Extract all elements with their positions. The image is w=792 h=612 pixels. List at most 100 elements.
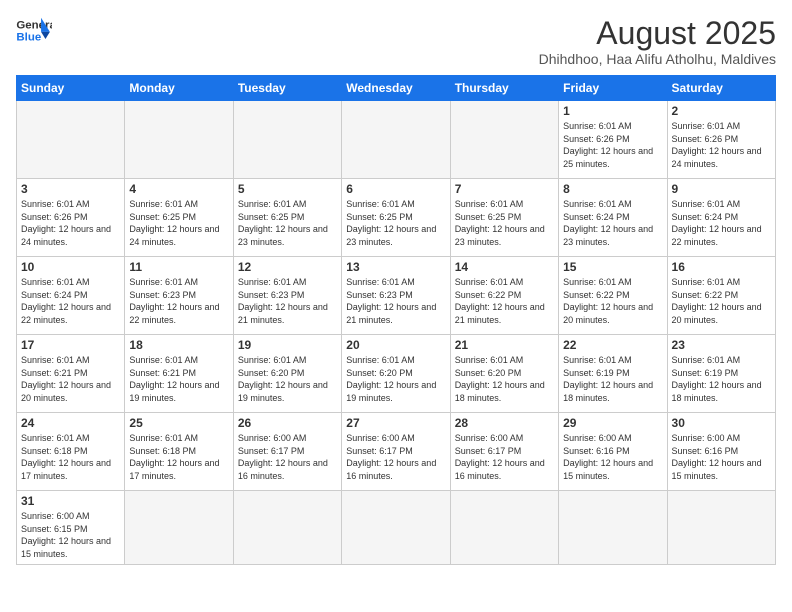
day-number: 15 xyxy=(563,260,662,274)
calendar-day: 25 Sunrise: 6:01 AM Sunset: 6:18 PM Dayli… xyxy=(125,413,233,491)
day-info: Sunrise: 6:01 AM Sunset: 6:19 PM Dayligh… xyxy=(672,354,771,404)
day-number: 16 xyxy=(672,260,771,274)
calendar-day: 6 Sunrise: 6:01 AM Sunset: 6:25 PM Daylig… xyxy=(342,179,450,257)
day-number: 7 xyxy=(455,182,554,196)
page-header: General Blue August 2025 Dhihdhoo, Haa A… xyxy=(16,16,776,67)
day-number: 1 xyxy=(563,104,662,118)
day-number: 6 xyxy=(346,182,445,196)
logo-icon: General Blue xyxy=(16,16,52,46)
day-info: Sunrise: 6:00 AM Sunset: 6:17 PM Dayligh… xyxy=(455,432,554,482)
calendar-day: 8 Sunrise: 6:01 AM Sunset: 6:24 PM Daylig… xyxy=(559,179,667,257)
day-info: Sunrise: 6:01 AM Sunset: 6:25 PM Dayligh… xyxy=(346,198,445,248)
calendar-day xyxy=(559,491,667,564)
day-info: Sunrise: 6:01 AM Sunset: 6:20 PM Dayligh… xyxy=(238,354,337,404)
day-number: 30 xyxy=(672,416,771,430)
calendar-title: August 2025 xyxy=(539,16,776,51)
day-number: 29 xyxy=(563,416,662,430)
day-info: Sunrise: 6:00 AM Sunset: 6:17 PM Dayligh… xyxy=(346,432,445,482)
weekday-header-wednesday: Wednesday xyxy=(342,76,450,101)
day-number: 17 xyxy=(21,338,120,352)
day-number: 27 xyxy=(346,416,445,430)
weekday-header-sunday: Sunday xyxy=(17,76,125,101)
day-number: 3 xyxy=(21,182,120,196)
calendar-day: 1 Sunrise: 6:01 AM Sunset: 6:26 PM Daylig… xyxy=(559,101,667,179)
day-number: 13 xyxy=(346,260,445,274)
calendar-day: 31 Sunrise: 6:00 AM Sunset: 6:15 PM Dayli… xyxy=(17,491,125,564)
day-number: 5 xyxy=(238,182,337,196)
calendar-day: 20 Sunrise: 6:01 AM Sunset: 6:20 PM Dayli… xyxy=(342,335,450,413)
calendar-week-6: 31 Sunrise: 6:00 AM Sunset: 6:15 PM Dayli… xyxy=(17,491,776,564)
day-number: 18 xyxy=(129,338,228,352)
title-block: August 2025 Dhihdhoo, Haa Alifu Atholhu,… xyxy=(539,16,776,67)
calendar-day: 27 Sunrise: 6:00 AM Sunset: 6:17 PM Dayli… xyxy=(342,413,450,491)
calendar-day xyxy=(17,101,125,179)
calendar-day xyxy=(450,491,558,564)
calendar-day xyxy=(125,491,233,564)
svg-text:Blue: Blue xyxy=(16,32,41,44)
day-number: 19 xyxy=(238,338,337,352)
day-info: Sunrise: 6:01 AM Sunset: 6:24 PM Dayligh… xyxy=(563,198,662,248)
day-info: Sunrise: 6:01 AM Sunset: 6:19 PM Dayligh… xyxy=(563,354,662,404)
day-number: 25 xyxy=(129,416,228,430)
calendar-week-4: 17 Sunrise: 6:01 AM Sunset: 6:21 PM Dayli… xyxy=(17,335,776,413)
day-number: 14 xyxy=(455,260,554,274)
calendar-day: 2 Sunrise: 6:01 AM Sunset: 6:26 PM Daylig… xyxy=(667,101,775,179)
day-info: Sunrise: 6:00 AM Sunset: 6:17 PM Dayligh… xyxy=(238,432,337,482)
calendar-week-1: 1 Sunrise: 6:01 AM Sunset: 6:26 PM Daylig… xyxy=(17,101,776,179)
calendar-table: SundayMondayTuesdayWednesdayThursdayFrid… xyxy=(16,75,776,564)
day-number: 2 xyxy=(672,104,771,118)
calendar-day: 11 Sunrise: 6:01 AM Sunset: 6:23 PM Dayli… xyxy=(125,257,233,335)
day-info: Sunrise: 6:01 AM Sunset: 6:26 PM Dayligh… xyxy=(21,198,120,248)
day-info: Sunrise: 6:01 AM Sunset: 6:25 PM Dayligh… xyxy=(129,198,228,248)
calendar-day: 10 Sunrise: 6:01 AM Sunset: 6:24 PM Dayli… xyxy=(17,257,125,335)
calendar-day: 17 Sunrise: 6:01 AM Sunset: 6:21 PM Dayli… xyxy=(17,335,125,413)
day-number: 11 xyxy=(129,260,228,274)
calendar-day xyxy=(667,491,775,564)
weekday-header-tuesday: Tuesday xyxy=(233,76,341,101)
day-info: Sunrise: 6:01 AM Sunset: 6:26 PM Dayligh… xyxy=(563,120,662,170)
calendar-day xyxy=(342,491,450,564)
logo: General Blue xyxy=(16,16,52,46)
day-info: Sunrise: 6:01 AM Sunset: 6:20 PM Dayligh… xyxy=(455,354,554,404)
calendar-day: 28 Sunrise: 6:00 AM Sunset: 6:17 PM Dayli… xyxy=(450,413,558,491)
day-info: Sunrise: 6:01 AM Sunset: 6:22 PM Dayligh… xyxy=(672,276,771,326)
day-number: 28 xyxy=(455,416,554,430)
day-info: Sunrise: 6:01 AM Sunset: 6:25 PM Dayligh… xyxy=(238,198,337,248)
day-info: Sunrise: 6:01 AM Sunset: 6:18 PM Dayligh… xyxy=(129,432,228,482)
calendar-day: 23 Sunrise: 6:01 AM Sunset: 6:19 PM Dayli… xyxy=(667,335,775,413)
weekday-header-thursday: Thursday xyxy=(450,76,558,101)
day-info: Sunrise: 6:00 AM Sunset: 6:15 PM Dayligh… xyxy=(21,510,120,560)
calendar-day: 18Sunrise: 6:01 AM Sunset: 6:21 PM Dayli… xyxy=(125,335,233,413)
calendar-day: 3 Sunrise: 6:01 AM Sunset: 6:26 PM Daylig… xyxy=(17,179,125,257)
weekday-header-saturday: Saturday xyxy=(667,76,775,101)
calendar-day: 15 Sunrise: 6:01 AM Sunset: 6:22 PM Dayli… xyxy=(559,257,667,335)
calendar-day: 5 Sunrise: 6:01 AM Sunset: 6:25 PM Daylig… xyxy=(233,179,341,257)
day-info: Sunrise: 6:01 AM Sunset: 6:22 PM Dayligh… xyxy=(563,276,662,326)
day-info: Sunrise: 6:01 AM Sunset: 6:25 PM Dayligh… xyxy=(455,198,554,248)
day-info: Sunrise: 6:00 AM Sunset: 6:16 PM Dayligh… xyxy=(563,432,662,482)
calendar-week-2: 3 Sunrise: 6:01 AM Sunset: 6:26 PM Daylig… xyxy=(17,179,776,257)
calendar-week-3: 10 Sunrise: 6:01 AM Sunset: 6:24 PM Dayli… xyxy=(17,257,776,335)
day-number: 23 xyxy=(672,338,771,352)
day-number: 8 xyxy=(563,182,662,196)
day-info: Sunrise: 6:01 AM Sunset: 6:26 PM Dayligh… xyxy=(672,120,771,170)
day-info: Sunrise: 6:01 AM Sunset: 6:21 PM Dayligh… xyxy=(21,354,120,404)
day-number: 20 xyxy=(346,338,445,352)
day-number: 24 xyxy=(21,416,120,430)
day-info: Sunrise: 6:01 AM Sunset: 6:23 PM Dayligh… xyxy=(238,276,337,326)
day-number: 10 xyxy=(21,260,120,274)
day-number: 31 xyxy=(21,494,120,508)
day-number: 12 xyxy=(238,260,337,274)
day-info: Sunrise: 6:01 AM Sunset: 6:24 PM Dayligh… xyxy=(21,276,120,326)
calendar-day: 12 Sunrise: 6:01 AM Sunset: 6:23 PM Dayli… xyxy=(233,257,341,335)
calendar-day xyxy=(125,101,233,179)
day-info: Sunrise: 6:01 AM Sunset: 6:23 PM Dayligh… xyxy=(129,276,228,326)
calendar-subtitle: Dhihdhoo, Haa Alifu Atholhu, Maldives xyxy=(539,51,776,67)
calendar-day xyxy=(233,101,341,179)
weekday-header-friday: Friday xyxy=(559,76,667,101)
day-info: Sunrise: 6:01 AM Sunset: 6:20 PM Dayligh… xyxy=(346,354,445,404)
calendar-day: 7 Sunrise: 6:01 AM Sunset: 6:25 PM Daylig… xyxy=(450,179,558,257)
calendar-day xyxy=(233,491,341,564)
calendar-day: 9Sunrise: 6:01 AM Sunset: 6:24 PM Daylig… xyxy=(667,179,775,257)
day-info: Sunrise: 6:00 AM Sunset: 6:16 PM Dayligh… xyxy=(672,432,771,482)
